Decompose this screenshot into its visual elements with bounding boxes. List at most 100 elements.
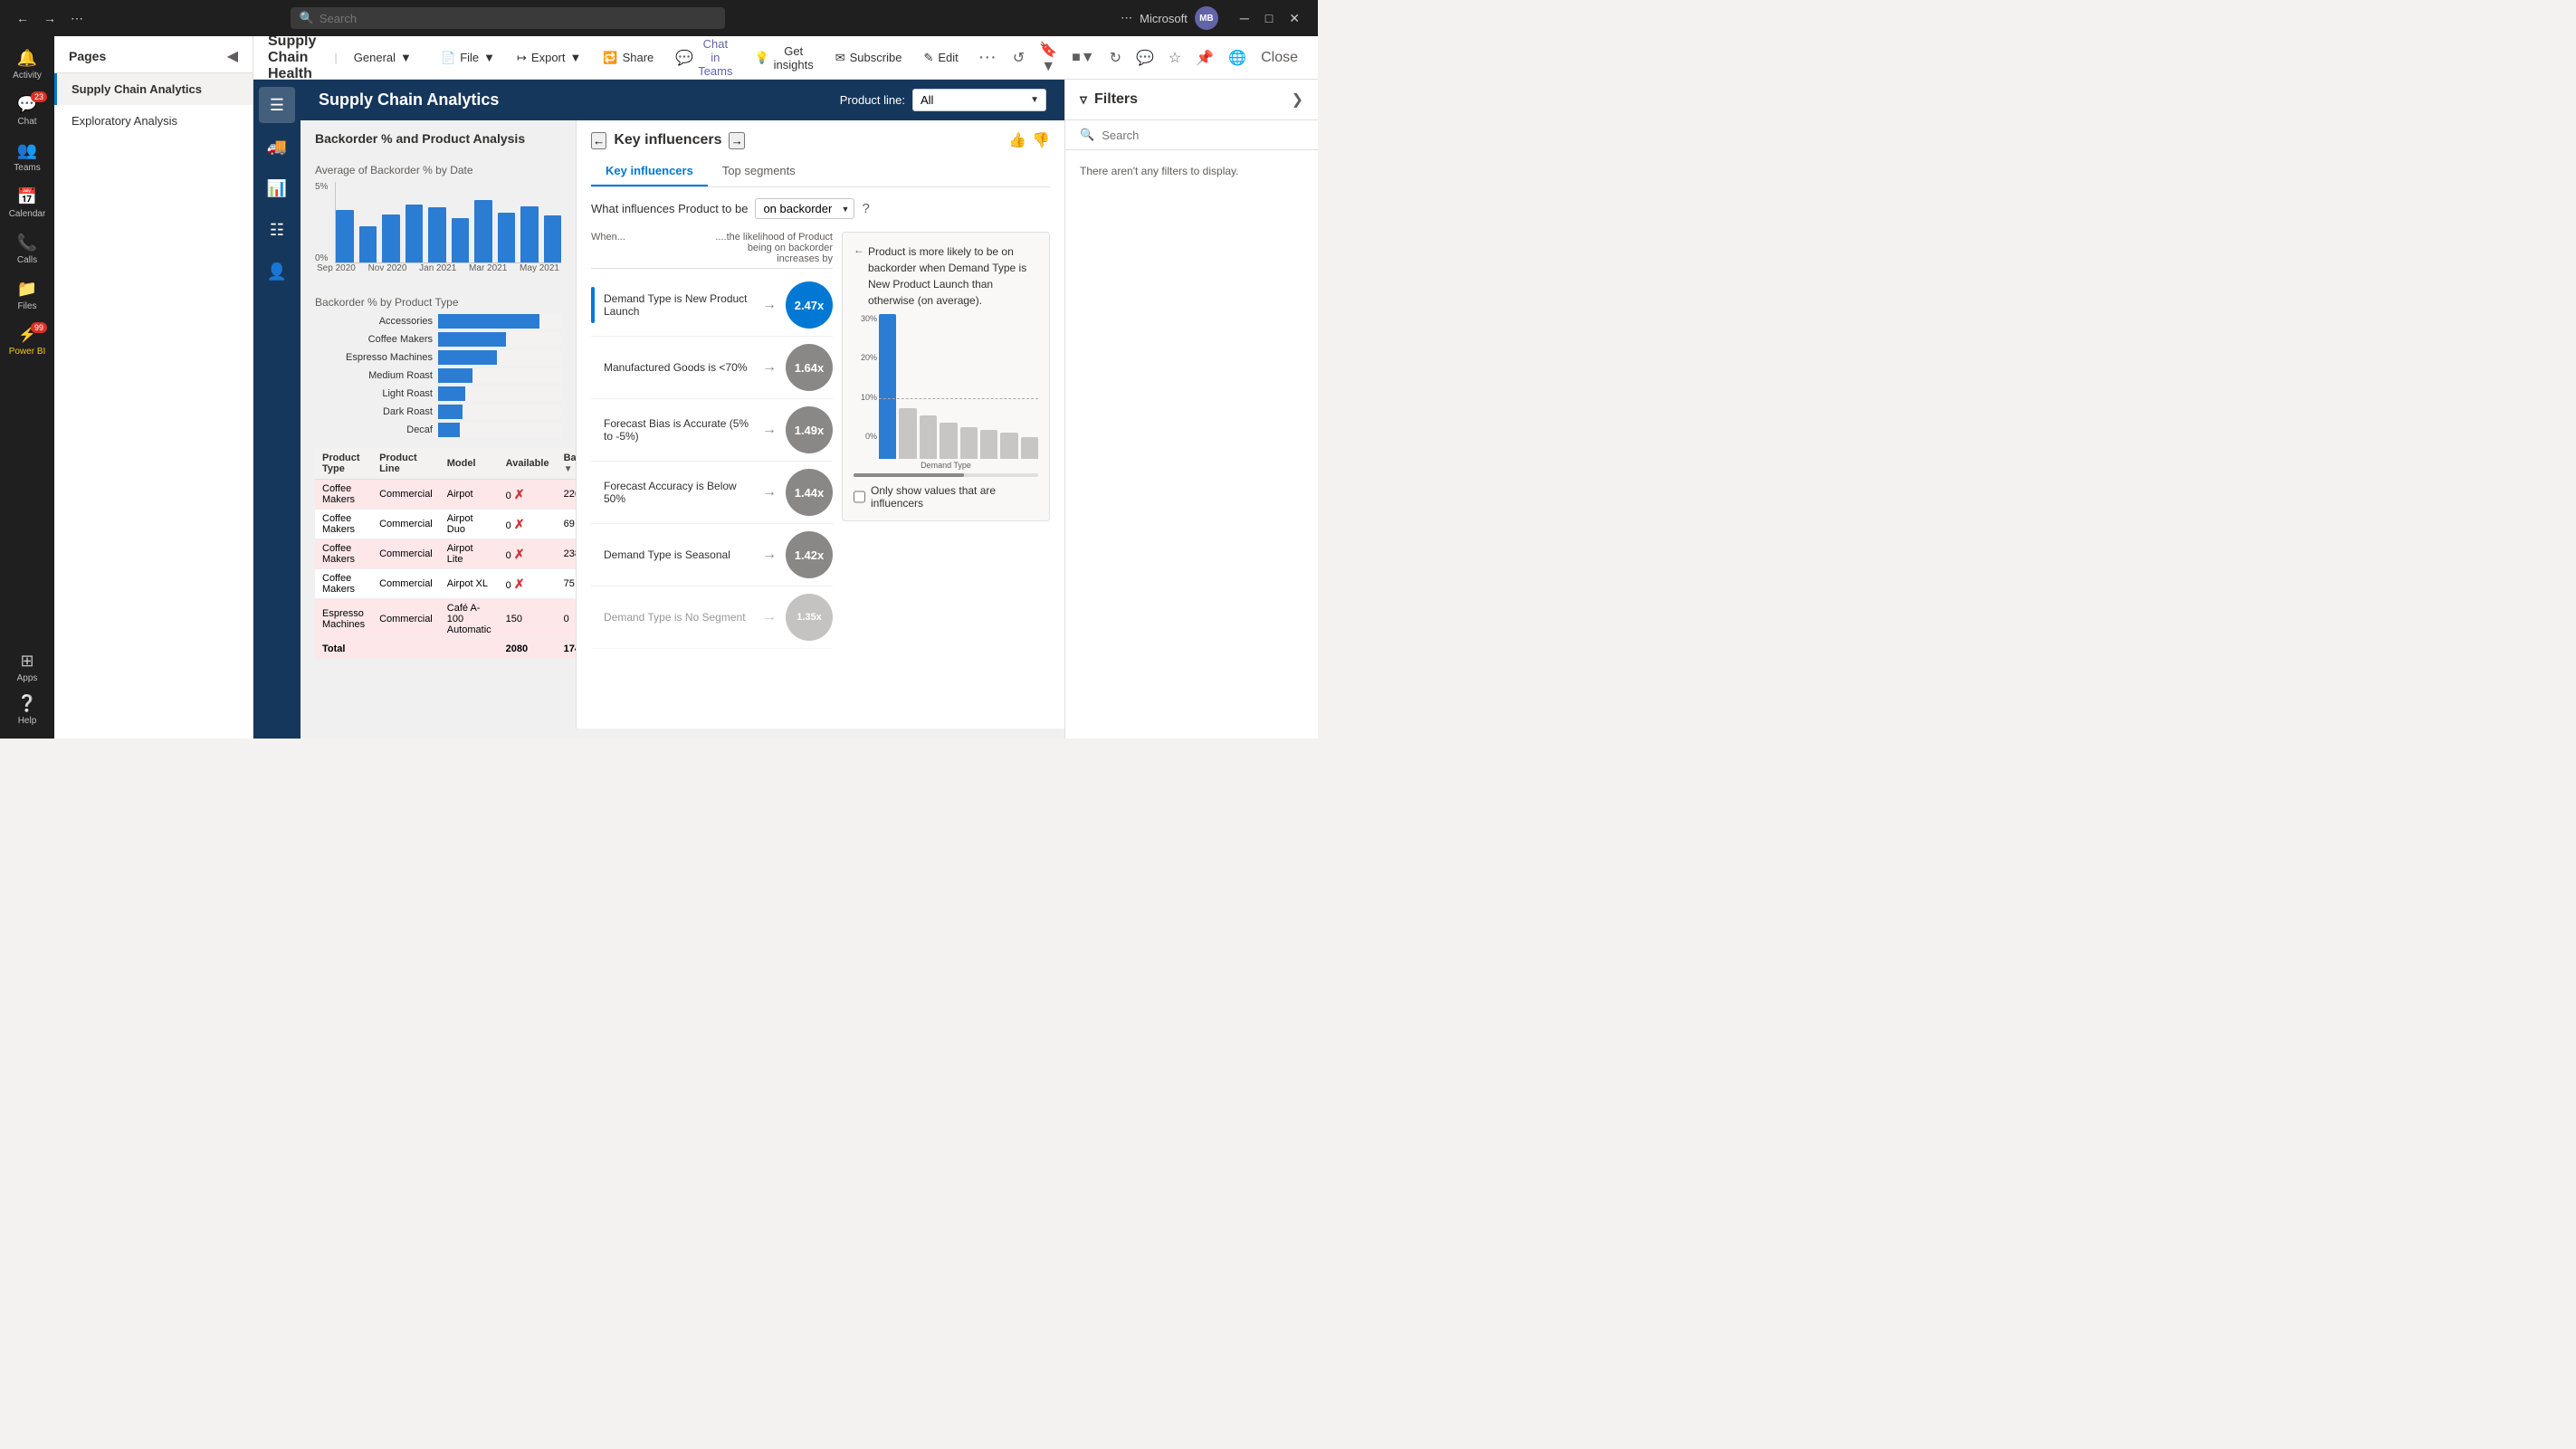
activity-icon: 🔔	[17, 49, 37, 68]
filter-icon: ▿	[1080, 91, 1087, 109]
report-person-icon[interactable]: 👤	[259, 253, 295, 290]
y10: 10%	[854, 393, 877, 402]
detail-panel: ← Product is more likely to be on backor…	[842, 232, 1050, 521]
x-icon-3: ✗	[514, 547, 525, 561]
influencer-text-2: Forecast Bias is Accurate (5% to -5%)	[604, 417, 753, 443]
sidebar-item-calendar[interactable]: 📅 Calendar	[4, 182, 51, 224]
forward-button[interactable]: →	[38, 9, 62, 28]
tab-key-influencers[interactable]: Key influencers	[591, 157, 708, 186]
share-button[interactable]: 🔁 Share	[594, 46, 663, 70]
table-row[interactable]: Espresso Machines Commercial Café A-100 …	[315, 599, 576, 640]
window-close-button[interactable]: ✕	[1282, 9, 1307, 28]
col-backordered[interactable]: Backordered ▼	[557, 448, 576, 480]
label-light-roast: Light Roast	[315, 388, 433, 399]
pin-button[interactable]: 📌	[1190, 45, 1219, 71]
collapse-pages-button[interactable]: ◀	[227, 47, 238, 65]
fullrefresh-button[interactable]: ↻	[1104, 45, 1127, 71]
edit-button[interactable]: ✎ Edit	[914, 46, 967, 70]
table-row[interactable]: Coffee Makers Commercial Airpot Duo 0 ✗ …	[315, 510, 576, 539]
sidebar-item-help[interactable]: ❔ Help	[4, 689, 51, 731]
thumbs-up-button[interactable]: 👍	[1008, 131, 1026, 149]
subscribe-button[interactable]: ✉ Subscribe	[826, 46, 911, 70]
table-row[interactable]: Coffee Makers Commercial Airpot 0 ✗ 226	[315, 480, 576, 510]
influencers-only-checkbox[interactable]	[854, 491, 865, 503]
col-available[interactable]: Available	[499, 448, 557, 480]
sidebar-item-activity[interactable]: 🔔 Activity	[4, 43, 51, 86]
detail-back-arrow[interactable]: ←	[854, 243, 864, 303]
globe-button[interactable]: 🌐	[1223, 45, 1252, 71]
checkbox-row: Only show values that are influencers	[854, 484, 1038, 510]
report-table-icon[interactable]: ☷	[259, 212, 295, 248]
toolbar-report-title: Supply Chain Health	[268, 36, 316, 82]
product-line-wrapper: All Coffee Makers Espresso Machines	[912, 89, 1046, 111]
more-nav-button[interactable]: ⋯	[65, 9, 89, 28]
detail-chart: 30% 20% 10% 0%	[854, 314, 1038, 470]
sidebar-item-powerbi[interactable]: 99 ⚡ Power BI	[4, 320, 51, 362]
report-area: Supply Chain Analytics Product line: All…	[301, 80, 1064, 739]
col-product-line[interactable]: Product Line	[372, 448, 440, 480]
comment-button[interactable]: 💬	[1131, 45, 1159, 71]
get-insights-button[interactable]: 💡 Get insights	[745, 40, 822, 76]
ki-dropdown[interactable]: on backorder	[755, 198, 854, 219]
mini-bar-0	[879, 314, 896, 459]
maximize-button[interactable]: □	[1258, 9, 1280, 28]
report-header: Supply Chain Analytics Product line: All…	[301, 80, 1064, 120]
influencer-item-3[interactable]: Forecast Accuracy is Below 50% → 1.44x	[591, 462, 833, 524]
more-actions-icon[interactable]: ⋯	[1121, 11, 1132, 25]
page-item-exploratory[interactable]: Exploratory Analysis	[54, 105, 253, 137]
ki-nav-next[interactable]: →	[729, 132, 744, 149]
influencer-arrow-1: →	[762, 359, 777, 376]
influencer-item-5[interactable]: Demand Type is No Segment → 1.35x	[591, 586, 833, 649]
bar-nov2020	[359, 226, 377, 262]
influencer-item-1[interactable]: Manufactured Goods is <70% → 1.64x	[591, 337, 833, 399]
report-truck-icon[interactable]: 🚚	[259, 129, 295, 165]
breadcrumb-chevron: ▼	[400, 51, 412, 64]
refresh-button[interactable]: ↺	[1007, 45, 1030, 71]
teams-sidebar: 🔔 Activity 23 💬 Chat 👥 Teams 📅 Calendar …	[0, 36, 54, 739]
label-medium-roast: Medium Roast	[315, 370, 433, 381]
col-model[interactable]: Model	[440, 448, 499, 480]
thumbs-down-button[interactable]: 👎	[1032, 131, 1050, 149]
file-button[interactable]: 📄 File ▼	[432, 46, 504, 70]
table-row[interactable]: Coffee Makers Commercial Airpot Lite 0 ✗…	[315, 539, 576, 569]
sidebar-item-calls[interactable]: 📞 Calls	[4, 228, 51, 271]
influencer-item-4[interactable]: Demand Type is Seasonal → 1.42x	[591, 524, 833, 586]
bookmark-button[interactable]: 🔖▼	[1034, 37, 1063, 79]
report-chart-icon[interactable]: 📊	[259, 170, 295, 206]
sidebar-item-chat[interactable]: 23 💬 Chat	[4, 90, 51, 132]
tab-top-segments[interactable]: Top segments	[708, 157, 810, 186]
ki-nav-prev[interactable]: ←	[591, 132, 606, 149]
table-row[interactable]: Coffee Makers Commercial Airpot XL 0 ✗ 7…	[315, 569, 576, 599]
avatar[interactable]: MB	[1195, 6, 1218, 30]
ki-body: When... ....the likelihood of Product be…	[591, 232, 1050, 649]
sidebar-item-files[interactable]: 📁 Files	[4, 274, 51, 317]
report-menu-icon[interactable]: ☰	[259, 87, 295, 123]
chat-teams-button[interactable]: 💬 Chat in Teams	[666, 36, 741, 82]
view-button[interactable]: ■▼	[1066, 46, 1101, 70]
bar-accessories: Accessories	[315, 314, 561, 329]
search-input[interactable]	[320, 12, 716, 25]
influencer-bubble-1: 1.64x	[786, 344, 833, 391]
page-item-supply-chain[interactable]: Supply Chain Analytics	[54, 73, 253, 105]
export-button[interactable]: ↦ Export ▼	[508, 46, 590, 70]
sidebar-item-apps[interactable]: ⊞ Apps	[4, 646, 51, 689]
toolbar-breadcrumb-btn[interactable]: General ▼	[345, 46, 421, 69]
ki-help-icon[interactable]: ?	[862, 201, 869, 216]
toolbar-right: ↺ 🔖▼ ■▼ ↻ 💬 ☆ 📌 🌐 Close	[1007, 37, 1303, 79]
title-bar-nav: ← → ⋯	[11, 9, 89, 28]
close-report-button[interactable]: Close	[1255, 46, 1303, 70]
influencer-item-0[interactable]: Demand Type is New Product Launch → 2.47…	[591, 274, 833, 337]
sidebar-item-teams[interactable]: 👥 Teams	[4, 136, 51, 178]
influencer-bubble-3: 1.44x	[786, 469, 833, 516]
star-button[interactable]: ☆	[1163, 45, 1187, 71]
product-line-select[interactable]: All Coffee Makers Espresso Machines	[912, 89, 1046, 111]
toolbar-more-button[interactable]: ···	[971, 43, 1004, 71]
influencer-item-2[interactable]: Forecast Bias is Accurate (5% to -5%) → …	[591, 399, 833, 462]
col-product-type[interactable]: Product Type	[315, 448, 372, 480]
filters-expand-button[interactable]: ❯	[1292, 91, 1303, 109]
axis-jan2021: Jan 2021	[419, 263, 456, 273]
minimize-button[interactable]: ─	[1233, 9, 1256, 28]
back-button[interactable]: ←	[11, 9, 34, 28]
filters-search-input[interactable]	[1102, 129, 1303, 142]
fill-decaf	[438, 423, 460, 437]
